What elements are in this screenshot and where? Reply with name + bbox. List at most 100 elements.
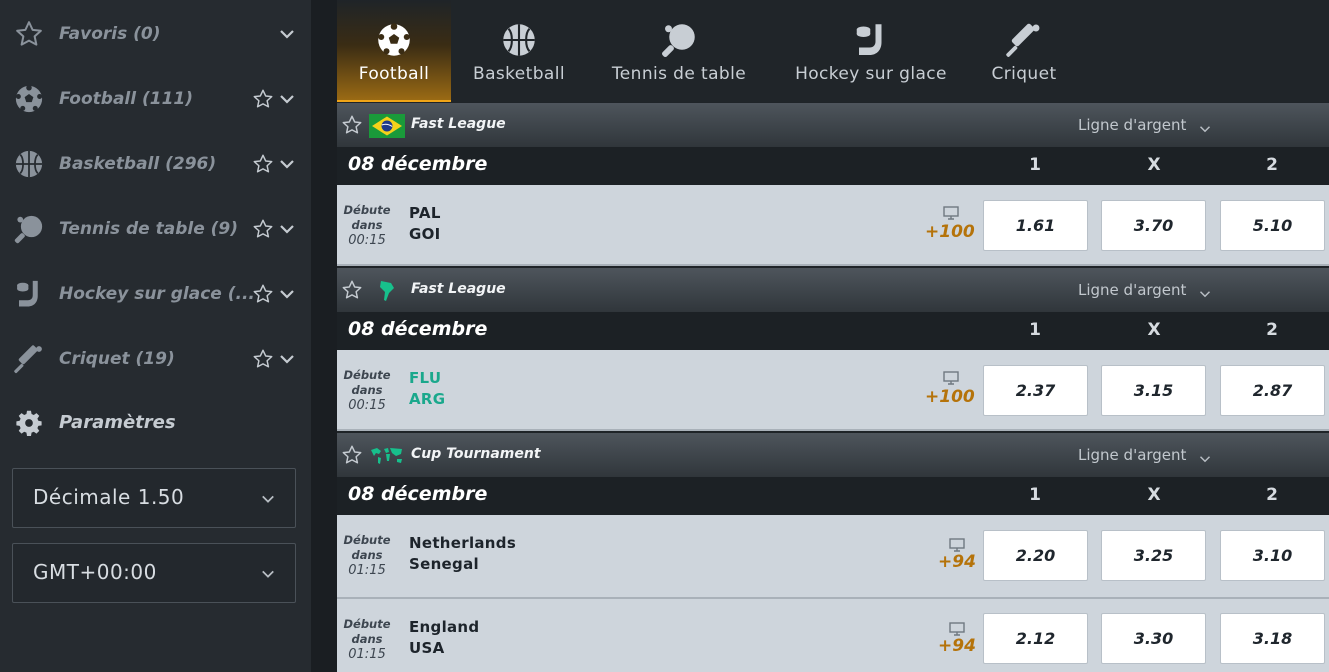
ping-pong-paddle-icon [662, 24, 695, 57]
odd-button-away[interactable]: 5.10 [1220, 200, 1325, 251]
league-name: Cup Tournament [411, 446, 541, 462]
more-markets-link[interactable]: +100 [925, 387, 975, 407]
match-teams[interactable]: England USA [409, 617, 479, 659]
market-line-selector[interactable]: Ligne d'argent [1078, 446, 1186, 464]
tab-basketball[interactable]: Basketball [457, 0, 581, 102]
south-america-map-icon [369, 279, 405, 303]
col-header-draw: X [1147, 485, 1161, 505]
odd-button-away[interactable]: 2.87 [1220, 365, 1325, 416]
match-start-time: Débute dans 00:15 [343, 203, 391, 248]
basketball-icon [503, 24, 535, 56]
chevron-down-icon[interactable] [279, 221, 295, 237]
match-row[interactable]: Débute dans 01:15 England USA +94 2.12 3.3… [337, 599, 1329, 672]
favorite-star-icon[interactable] [252, 348, 274, 370]
tab-cricket[interactable]: Criquet [977, 0, 1071, 102]
col-header-home: 1 [1029, 320, 1041, 340]
away-team: ARG [409, 390, 446, 408]
odd-button-home[interactable]: 2.12 [983, 613, 1088, 664]
sidebar-item-settings[interactable]: Paramètres [0, 390, 311, 455]
league-header[interactable]: Fast League Ligne d'argent [337, 268, 1329, 312]
sidebar-item-label: Tennis de table (9) [59, 218, 239, 239]
cricket-bat-icon [1006, 23, 1040, 57]
hockey-stick-icon [856, 24, 882, 55]
tab-label: Hockey sur glace [795, 64, 947, 84]
tab-table-tennis[interactable]: Tennis de table [595, 0, 763, 102]
chevron-down-icon [261, 566, 275, 580]
sport-tabs: Football Basketball Tennis de table Hock… [337, 0, 1329, 102]
league-header[interactable]: Cup Tournament Ligne d'argent [337, 433, 1329, 477]
sidebar-item-label: Football (111) [59, 88, 194, 109]
match-row[interactable]: Débute dans 00:15 FLU ARG +100 2.37 3.15 2… [337, 350, 1329, 431]
col-header-home: 1 [1029, 155, 1041, 175]
sidebar-item-football[interactable]: Football (111) [0, 66, 311, 131]
odds-format-select[interactable]: Décimale 1.50 [12, 468, 296, 528]
chevron-down-icon[interactable] [279, 26, 295, 42]
odd-button-home[interactable]: 2.20 [983, 530, 1088, 581]
tab-football[interactable]: Football [337, 0, 451, 102]
away-team: USA [409, 639, 445, 657]
favorite-star-icon[interactable] [341, 114, 363, 136]
basketball-icon [13, 148, 45, 180]
favorite-star-icon[interactable] [252, 218, 274, 240]
hockey-stick-icon [13, 278, 45, 310]
odd-button-draw[interactable]: 3.70 [1101, 200, 1206, 251]
sidebar-item-label: Criquet (19) [59, 348, 175, 369]
tab-label: Football [358, 64, 430, 84]
favorite-star-icon[interactable] [252, 88, 274, 110]
sidebar-item-favorites[interactable]: Favoris (0) [0, 1, 311, 66]
tab-label: Basketball [473, 64, 565, 84]
sidebar: Favoris (0) Football (111) Basketball (2… [0, 0, 311, 672]
odd-button-draw[interactable]: 3.25 [1101, 530, 1206, 581]
home-team: FLU [409, 369, 442, 387]
odd-button-draw[interactable]: 3.30 [1101, 613, 1206, 664]
odd-button-away[interactable]: 3.18 [1220, 613, 1325, 664]
sidebar-item-ice-hockey[interactable]: Hockey sur glace (... [0, 261, 311, 326]
odd-button-home[interactable]: 2.37 [983, 365, 1088, 416]
favorite-star-icon[interactable] [341, 444, 363, 466]
sidebar-item-table-tennis[interactable]: Tennis de table (9) [0, 196, 311, 261]
match-teams[interactable]: FLU ARG [409, 368, 445, 410]
more-markets-link[interactable]: +94 [938, 636, 976, 656]
date-row: 08 décembre 1 X 2 [337, 477, 1329, 515]
more-markets-link[interactable]: +100 [925, 222, 975, 242]
match-start-time: Débute dans 00:15 [343, 368, 391, 413]
chevron-down-icon[interactable] [279, 286, 295, 302]
timezone-value: GMT+00:00 [33, 560, 157, 584]
favorite-star-icon[interactable] [341, 279, 363, 301]
tab-ice-hockey[interactable]: Hockey sur glace [777, 0, 965, 102]
chevron-down-icon[interactable] [279, 156, 295, 172]
sidebar-item-basketball[interactable]: Basketball (296) [0, 131, 311, 196]
col-header-draw: X [1147, 320, 1161, 340]
match-start-time: Débute dans 01:15 [343, 617, 391, 662]
match-row[interactable]: Débute dans 01:15 Netherlands Senegal +94 … [337, 515, 1329, 599]
away-team: Senegal [409, 555, 479, 573]
odd-button-draw[interactable]: 3.15 [1101, 365, 1206, 416]
chevron-down-icon[interactable] [279, 351, 295, 367]
soccer-ball-icon [378, 23, 410, 56]
soccer-ball-icon [13, 83, 45, 115]
market-line-selector[interactable]: Ligne d'argent [1078, 116, 1186, 134]
odd-button-home[interactable]: 1.61 [983, 200, 1088, 251]
match-teams[interactable]: Netherlands Senegal [409, 533, 516, 575]
chevron-down-icon[interactable] [279, 91, 295, 107]
match-date: 08 décembre [348, 318, 488, 340]
market-line-selector[interactable]: Ligne d'argent [1078, 281, 1186, 299]
timezone-select[interactable]: GMT+00:00 [12, 543, 296, 603]
col-header-draw: X [1147, 155, 1161, 175]
more-markets-link[interactable]: +94 [938, 552, 976, 572]
date-row: 08 décembre 1 X 2 [337, 147, 1329, 185]
match-teams[interactable]: PAL GOI [409, 203, 441, 245]
league-name: Fast League [411, 116, 506, 132]
sidebar-item-label: Hockey sur glace (... [59, 283, 255, 304]
tv-icon [949, 621, 965, 636]
sidebar-item-cricket[interactable]: Criquet (19) [0, 326, 311, 391]
match-date: 08 décembre [348, 153, 488, 175]
league-header[interactable]: Fast League Ligne d'argent [337, 103, 1329, 147]
favorite-star-icon[interactable] [252, 283, 274, 305]
match-row[interactable]: Débute dans 00:15 PAL GOI +100 1.61 3.70 5… [337, 185, 1329, 266]
odds-format-value: Décimale 1.50 [33, 485, 185, 509]
odd-button-away[interactable]: 3.10 [1220, 530, 1325, 581]
favorite-star-icon[interactable] [252, 153, 274, 175]
col-header-away: 2 [1266, 320, 1278, 340]
match-date: 08 décembre [348, 483, 488, 505]
